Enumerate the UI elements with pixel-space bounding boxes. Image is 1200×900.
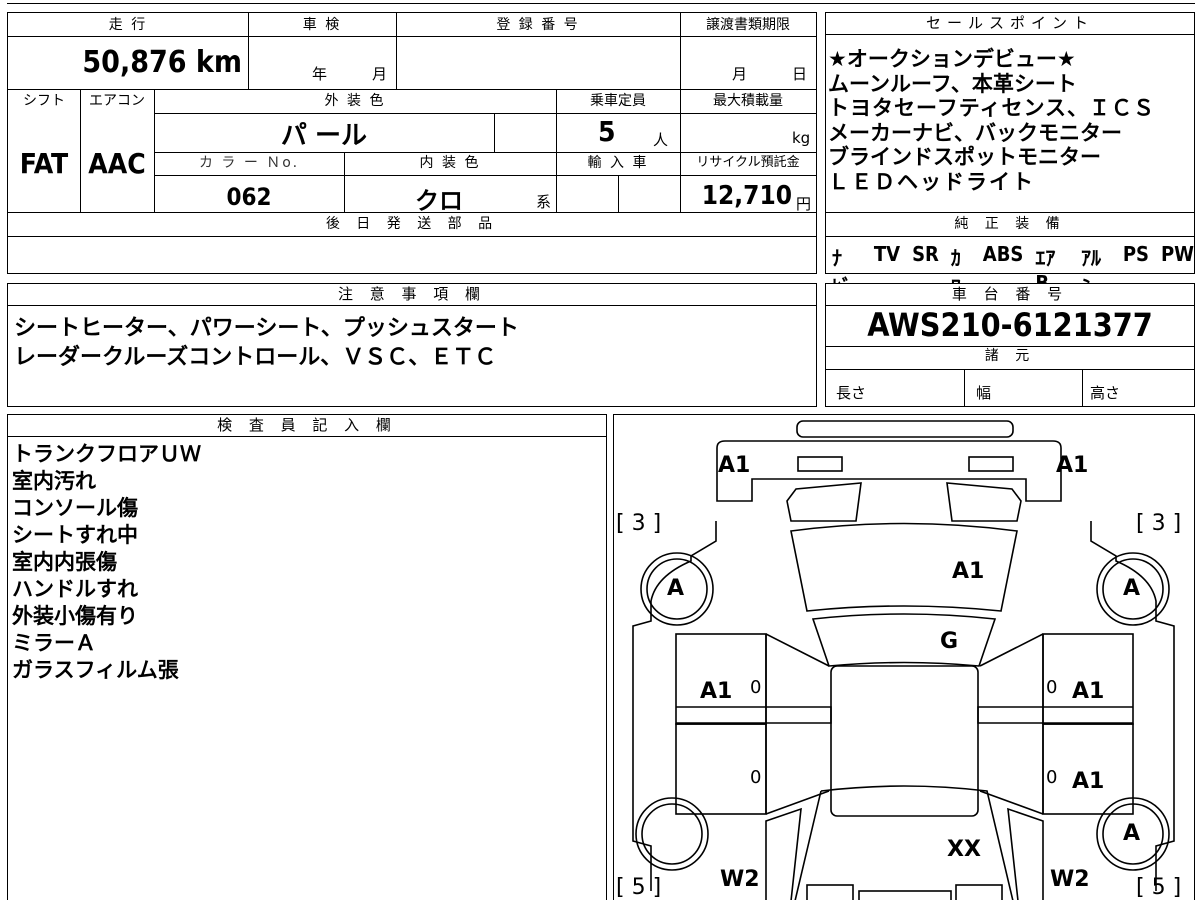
inspector-panel: 検 査 員 記 入 欄 トランクフロアＵＷ 室内汚れ コンソール傷 シートすれ中… <box>7 414 607 900</box>
label-wheel-rear-left: A <box>667 576 685 601</box>
notes-line: シートヒーター、パワーシート、プッシュスタート <box>14 316 519 341</box>
label-wheel-rear-right: A <box>1123 576 1141 601</box>
sales-line: トヨタセーフティセンス、ＩＣＳ <box>828 96 1156 120</box>
label-door-rr: A1 <box>1072 679 1105 704</box>
label-zero-rl: 0 <box>750 677 762 698</box>
label-hood: XX <box>947 837 981 862</box>
label-rear-left: A1 <box>718 453 751 478</box>
label-fender-fl: W2 <box>720 867 760 892</box>
length-label: 長さ <box>836 384 867 402</box>
specs-label: 諸 元 <box>984 348 1036 364</box>
shift-label: シフト <box>23 93 65 109</box>
aircon-value: AAC <box>88 147 146 180</box>
car-diagram-panel: A1 A1 [ 3 ] [ 3 ] A A A1 G A1 0 0 A1 0 0… <box>613 414 1195 900</box>
capacity-value: 5 <box>598 115 616 148</box>
label-rear-right: A1 <box>1056 453 1089 478</box>
label-bracket-left-bottom: [ 5 ] <box>616 875 662 900</box>
capacity-unit: 人 <box>653 131 669 149</box>
inspector-line: コンソール傷 <box>12 496 138 520</box>
label-rear-glass: G <box>940 629 959 654</box>
label-door-fr: A1 <box>1072 769 1105 794</box>
label-zero-rr: 0 <box>1046 677 1058 698</box>
mileage-label: 走 行 <box>108 17 148 33</box>
label-roof: A1 <box>952 559 985 584</box>
import-label: 輸 入 車 <box>587 155 649 171</box>
top-edge-remnant <box>7 0 1195 4</box>
exterior-color-label: 外 装 色 <box>324 93 386 109</box>
notes-panel: 注 意 事 項 欄 シートヒーター、パワーシート、プッシュスタート レーダークル… <box>7 283 817 407</box>
chassis-panel: 車 台 番 号 AWS210-6121377 諸 元 長さ 幅 高さ <box>825 283 1195 407</box>
sales-point-label: セールスポイント <box>826 13 1194 35</box>
shift-value: FAT <box>19 147 69 180</box>
notes-label: 注 意 事 項 欄 <box>8 284 816 306</box>
notes-lines: シートヒーター、パワーシート、プッシュスタート レーダークルーズコントロール、Ｖ… <box>14 314 519 372</box>
recycle-unit: 円 <box>796 195 812 213</box>
later-parts-label: 後 日 発 送 部 品 <box>325 216 499 232</box>
inspector-line: 外装小傷有り <box>12 604 138 628</box>
label-bracket-right-bottom: [ 5 ] <box>1136 875 1182 900</box>
inspector-line: ミラーＡ <box>12 631 96 655</box>
sales-line: ムーンルーフ、本革シート <box>828 71 1077 96</box>
inspector-lines: トランクフロアＵＷ 室内汚れ コンソール傷 シートすれ中 室内内張傷 ハンドルす… <box>12 441 201 684</box>
inspector-line: トランクフロアＵＷ <box>12 442 201 466</box>
label-bracket-left-top: [ 3 ] <box>616 511 662 536</box>
label-fender-fr: W2 <box>1050 867 1090 892</box>
sales-point-lines: ★オークションデビュー★ ムーンルーフ、本革シート トヨタセーフティセンス、ＩＣ… <box>828 47 1155 194</box>
chassis-label: 車 台 番 号 <box>826 284 1194 306</box>
vehicle-info-table: 走 行 車 検 登 録 番 号 譲渡書類期限 50,876 km 年 月 月 日… <box>7 12 817 274</box>
recycle-value: 12,710 <box>701 181 792 211</box>
year-unit: 年 <box>312 65 328 83</box>
inspector-label: 検 査 員 記 入 欄 <box>8 415 606 437</box>
transfer-deadline-label: 譲渡書類期限 <box>706 17 790 33</box>
capacity-label: 乗車定員 <box>590 93 646 109</box>
row-1-header: 走 行 車 検 登 録 番 号 譲渡書類期限 <box>8 13 816 37</box>
sales-line: ＬＥＤヘッドライト <box>828 169 1035 194</box>
height-label: 高さ <box>1090 384 1121 402</box>
inspector-line: ガラスフィルム張 <box>12 658 179 682</box>
aircon-label: エアコン <box>89 93 145 109</box>
sales-point-panel: セールスポイント ★オークションデビュー★ ムーンルーフ、本革シート トヨタセー… <box>825 12 1195 299</box>
interior-color-label: 内 装 色 <box>419 155 481 171</box>
transfer-month: 月 <box>732 65 748 83</box>
chassis-number: AWS210-6121377 <box>867 306 1153 344</box>
label-door-rl: A1 <box>700 679 733 704</box>
interior-color-suffix: 系 <box>536 193 552 211</box>
sales-line: ★オークションデビュー★ <box>828 47 1076 71</box>
label-wheel-front-right: A <box>1123 821 1141 846</box>
recycle-label: リサイクル預託金 <box>696 155 800 170</box>
inspector-line: ハンドルすれ <box>12 577 138 601</box>
equipment-label: 純 正 装 備 <box>954 216 1066 232</box>
interior-color-value: クロ <box>415 187 463 215</box>
max-load-label: 最大積載量 <box>713 93 783 109</box>
transfer-day: 日 <box>792 65 808 83</box>
inspection-label: 車 検 <box>302 17 342 33</box>
month-unit: 月 <box>372 65 388 83</box>
color-no-value: 062 <box>226 183 272 211</box>
max-load-unit: kg <box>792 129 811 147</box>
sales-line: ブラインドスポットモニター <box>828 145 1101 169</box>
label-zero-fl: 0 <box>750 767 762 788</box>
mileage-cell: 50,876 km <box>8 37 248 89</box>
inspector-line: 室内内張傷 <box>12 550 117 574</box>
registration-label: 登 録 番 号 <box>496 17 580 33</box>
sales-line: メーカーナビ、バックモニター <box>828 120 1122 145</box>
color-no-label: カ ラ ー Ｎo. <box>198 155 300 171</box>
label-zero-fr: 0 <box>1046 767 1058 788</box>
car-outline <box>632 420 1175 900</box>
inspector-line: シートすれ中 <box>12 523 138 547</box>
width-label: 幅 <box>976 384 992 402</box>
mileage-value: 50,876 km <box>82 45 242 80</box>
exterior-color-value: パ ール <box>280 121 368 151</box>
notes-line: レーダークルーズコントロール、ＶＳＣ、ＥＴＣ <box>14 345 497 370</box>
label-bracket-right-top: [ 3 ] <box>1136 511 1182 536</box>
inspector-line: 室内汚れ <box>12 469 96 493</box>
